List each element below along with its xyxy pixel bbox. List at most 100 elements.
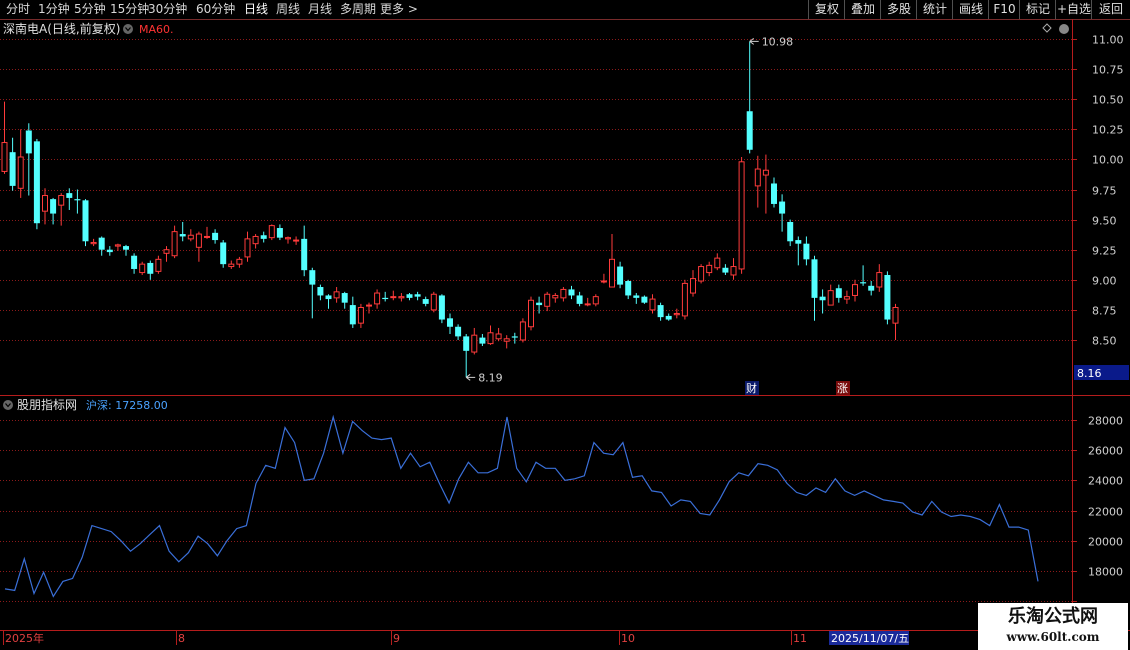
candle: [625, 279, 632, 300]
candle-body: [746, 111, 753, 150]
candle-body: [657, 305, 664, 318]
candle-body: [414, 294, 421, 297]
candle-body: [625, 281, 632, 296]
period-tab-6[interactable]: 日线: [244, 2, 268, 17]
candle-body: [738, 161, 745, 270]
candle: [252, 234, 259, 249]
candle: [422, 296, 429, 307]
candle-body: [722, 267, 729, 273]
candle: [852, 279, 858, 302]
candle-body: [114, 244, 121, 247]
price-tick-label: 10.00: [1092, 154, 1124, 167]
candle-body: [131, 255, 138, 269]
action-button-2[interactable]: 多股: [880, 0, 917, 19]
candle-body: [552, 294, 559, 299]
candle-body: [228, 263, 235, 268]
candle: [641, 295, 648, 304]
action-button-3[interactable]: 统计: [916, 0, 953, 19]
candle: [503, 335, 510, 349]
candle-body: [519, 321, 526, 341]
candle: [17, 129, 24, 198]
candle: [228, 260, 235, 269]
diamond-icon: [1042, 23, 1052, 33]
candle-body: [730, 266, 737, 276]
action-button-5[interactable]: F10: [988, 0, 1020, 19]
candle: [106, 246, 113, 256]
candle-body: [366, 304, 372, 307]
candle-body: [690, 278, 696, 294]
candle-body: [609, 258, 615, 288]
candle: [771, 177, 777, 208]
candle-body: [779, 201, 786, 214]
candle-body: [123, 246, 129, 250]
candle-body: [422, 299, 429, 304]
period-tab-1[interactable]: 1分钟: [38, 2, 70, 17]
candle-body: [204, 235, 210, 238]
period-tab-4[interactable]: 30分钟: [148, 2, 187, 17]
candle: [163, 246, 170, 262]
chart-canvas: 8.50 8.75 9.00 9.25 9.50 9.75 10.00 10.25 10.50 1…: [0, 19, 1130, 650]
period-tab-0[interactable]: 分时: [6, 2, 30, 17]
candle: [220, 240, 227, 268]
indicator-collapse-icon: [3, 400, 13, 410]
candle-body: [584, 303, 591, 306]
candle: [171, 225, 178, 259]
candle: [414, 291, 421, 301]
candle-body: [90, 241, 97, 245]
period-tab-10[interactable]: 更多 >: [380, 2, 418, 17]
period-toolbar: 分时 1分钟 5分钟 15分钟 30分钟 60分钟 日线 周线 月线 多周期 更多 > 复权 叠加 多股统…: [0, 0, 1130, 20]
candle-body: [665, 315, 672, 320]
candle: [382, 291, 389, 302]
action-button-6[interactable]: 标记: [1019, 0, 1056, 19]
candle-body: [195, 233, 202, 248]
candle-body: [171, 231, 178, 257]
candle-body: [714, 257, 721, 269]
candle: [860, 265, 867, 286]
candle: [657, 302, 664, 321]
indicator-value-label: 沪深: 17258.00: [86, 398, 168, 412]
candle-body: [82, 200, 89, 242]
candle: [260, 231, 267, 243]
action-button-7[interactable]: +自选: [1055, 0, 1092, 19]
indicator-tick-label: 26000: [1088, 445, 1123, 458]
collapse-icon: [123, 24, 133, 34]
action-button-0[interactable]: 复权: [808, 0, 845, 19]
candle-body: [479, 337, 486, 344]
candle: [66, 188, 73, 210]
period-tab-7[interactable]: 周线: [276, 2, 300, 17]
candle-body: [349, 305, 356, 325]
candle: [179, 222, 186, 242]
candle-body: [98, 237, 105, 250]
period-tab-3[interactable]: 15分钟: [110, 2, 149, 17]
candle-body: [1, 142, 8, 172]
watermark-url: www.60lt.com: [1006, 630, 1100, 644]
candle: [519, 318, 526, 343]
action-button-1[interactable]: 叠加: [844, 0, 881, 19]
action-button-4[interactable]: 画线: [952, 0, 989, 19]
price-panel-title: 深南电A(日线,前复权): [3, 21, 120, 36]
current-price-label: 8.16: [1077, 367, 1102, 380]
candle: [722, 264, 729, 275]
candle: [892, 303, 899, 340]
candle-body: [617, 266, 624, 285]
candle: [293, 236, 300, 245]
candle: [568, 285, 575, 300]
period-tab-2[interactable]: 5分钟: [74, 2, 106, 17]
candle-body: [74, 199, 81, 201]
candle: [827, 284, 834, 306]
candle-body: [511, 336, 518, 338]
candle-body: [333, 291, 340, 299]
candle: [754, 155, 761, 208]
candle-body: [357, 306, 364, 324]
price-tick-label: 9.75: [1092, 185, 1117, 198]
period-tab-9[interactable]: 多周期: [340, 2, 376, 17]
candle-body: [673, 313, 680, 316]
candle: [876, 264, 883, 292]
period-tab-8[interactable]: 月线: [308, 2, 332, 17]
candle-body: [106, 249, 113, 253]
candle-body: [892, 306, 899, 324]
action-button-8[interactable]: 返回: [1091, 0, 1130, 19]
candle-body: [398, 296, 405, 299]
period-tab-5[interactable]: 60分钟: [196, 2, 235, 17]
candle-body: [884, 274, 891, 320]
